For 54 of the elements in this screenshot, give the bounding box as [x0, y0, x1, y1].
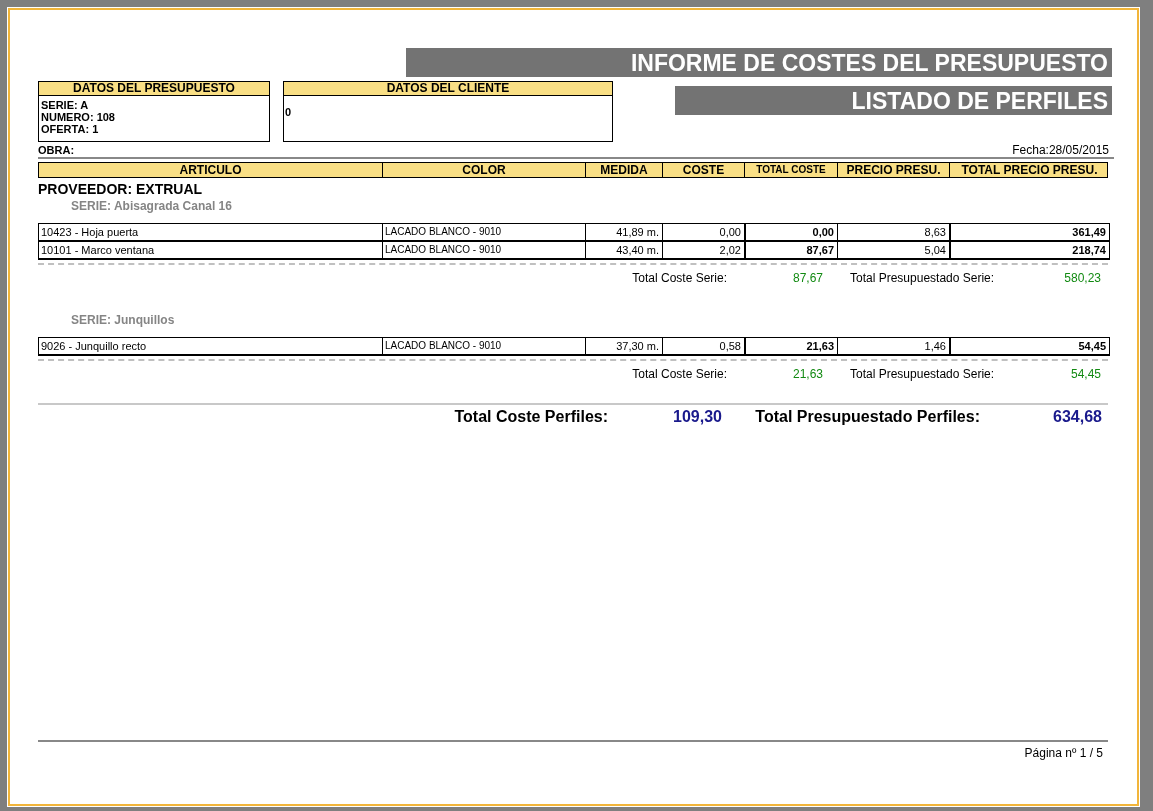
grand-cost-label: Total Coste Perfiles:: [453, 407, 608, 427]
page-number: Página nº 1 / 5: [1024, 746, 1103, 760]
table-cell-text: 9026 - Junquillo recto: [40, 339, 148, 354]
series-cost-total: 21,63: [791, 367, 824, 381]
budget-field: SERIE: A: [41, 99, 89, 111]
report-title: INFORME DE COSTES DEL PRESUPUESTO: [406, 48, 1112, 77]
provider-heading: PROVEEDOR: EXTRUAL: [38, 181, 204, 197]
table-cell: LACADO BLANCO - 9010: [382, 224, 585, 240]
table-cell: LACADO BLANCO - 9010: [382, 242, 585, 258]
table-cell: 8,63: [837, 224, 949, 240]
series-heading: SERIE: Junquillos: [71, 313, 176, 327]
budget-field: OFERTA: 1: [41, 123, 99, 135]
table-cell: 361,49: [949, 224, 1109, 240]
column-header: COLOR: [382, 163, 585, 177]
series-budget-total: 580,23: [1063, 271, 1102, 285]
table-cell: 0,00: [744, 224, 837, 240]
series-heading: SERIE: Abisagrada Canal 16: [71, 199, 233, 213]
obra-label: OBRA:: [38, 144, 75, 157]
table-cell-text: 10101 - Marco ventana: [40, 243, 156, 258]
table-cell: 87,67: [744, 242, 837, 258]
series-cost-label: Total Coste Serie:: [631, 367, 728, 381]
table-cell: 0,58: [662, 338, 744, 354]
column-header: TOTAL COSTE: [744, 163, 837, 177]
table-cell: 21,63: [744, 338, 837, 354]
box-heading: DATOS DEL CLIENTE: [284, 82, 612, 96]
table-cell: 37,30 m.: [585, 338, 662, 354]
table-cell: 41,89 m.: [585, 224, 662, 240]
column-header: ARTICULO: [178, 163, 243, 177]
table-cell: LACADO BLANCO - 9010: [382, 338, 585, 354]
box-heading: DATOS DEL PRESUPUESTO: [39, 82, 269, 96]
series-budget-total: 54,45: [1069, 367, 1102, 381]
grand-cost-total: 109,30: [672, 407, 722, 427]
report-subtitle: LISTADO DE PERFILES: [675, 86, 1112, 115]
column-header: COSTE: [662, 163, 744, 177]
table-cell: 43,40 m.: [585, 242, 662, 258]
client-value: 0: [285, 106, 292, 118]
grand-budget-total: 634,68: [1052, 407, 1103, 427]
table-cell: 2,02: [662, 242, 744, 258]
table-cell: 218,74: [949, 242, 1109, 258]
series-budget-label: Total Presupuestado Serie:: [849, 271, 996, 285]
table-cell-text: 10423 - Hoja puerta: [40, 225, 140, 240]
column-header: TOTAL PRECIO PRESU.: [949, 163, 1109, 177]
series-cost-label: Total Coste Serie:: [631, 271, 728, 285]
series-cost-total: 87,67: [791, 271, 824, 285]
column-header: PRECIO PRESU.: [837, 163, 949, 177]
column-header: MEDIDA: [585, 163, 662, 177]
series-budget-label: Total Presupuestado Serie:: [849, 367, 996, 381]
table-cell: 0,00: [662, 224, 744, 240]
grand-budget-label: Total Presupuestado Perfiles:: [754, 407, 980, 427]
table-cell: 1,46: [837, 338, 949, 354]
budget-field: NUMERO: 108: [41, 111, 115, 123]
table-cell: 54,45: [949, 338, 1109, 354]
table-cell: 5,04: [837, 242, 949, 258]
date-label: Fecha:28/05/2015: [1012, 144, 1109, 157]
